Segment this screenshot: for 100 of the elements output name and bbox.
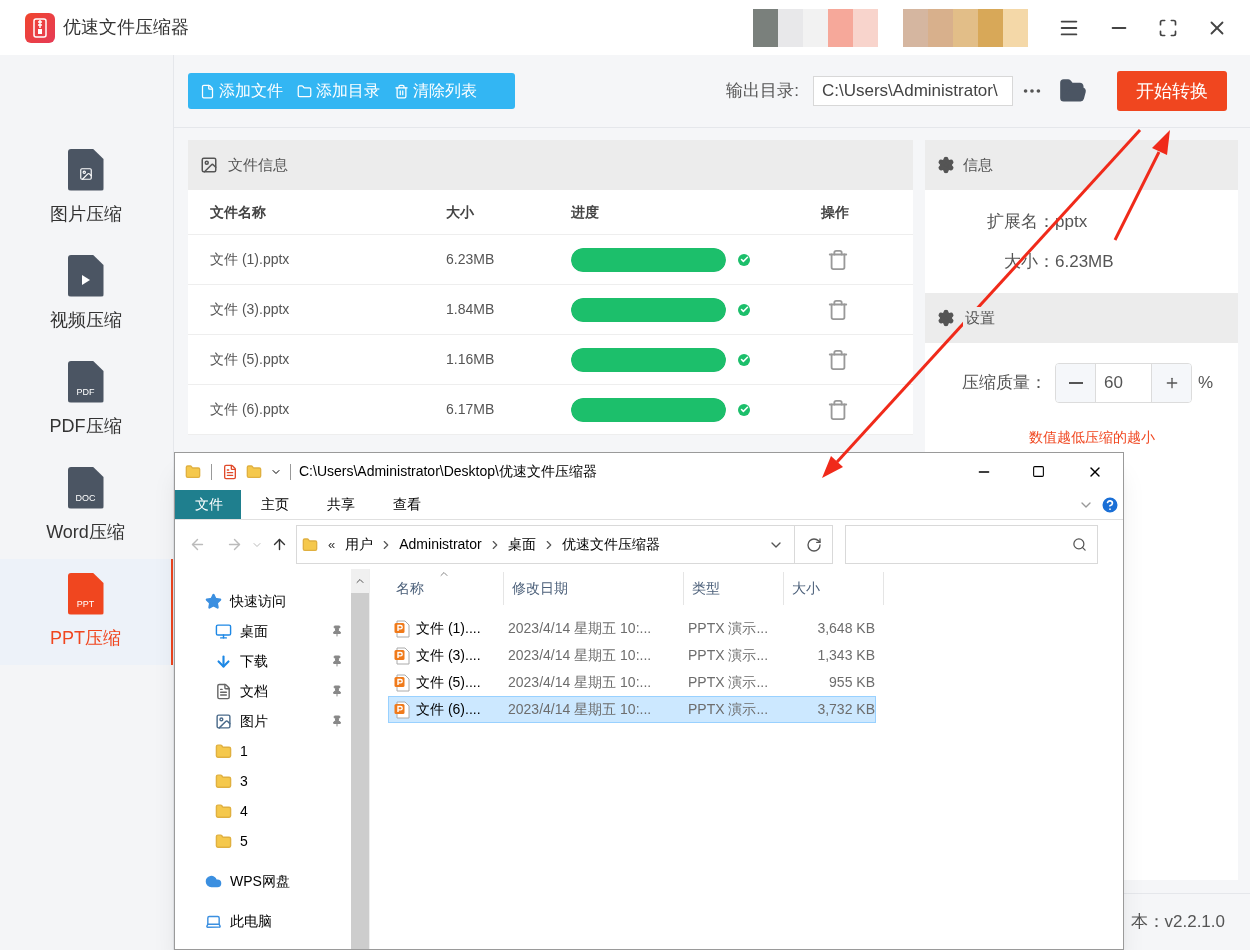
breadcrumb-item[interactable]: 优速文件压缩器 bbox=[561, 534, 660, 555]
app-logo-icon bbox=[25, 12, 55, 43]
nav-item[interactable]: 5 bbox=[240, 830, 343, 852]
file-name: 文件 (6).... bbox=[416, 700, 481, 719]
file-row[interactable]: 文件 (5).... 2023/4/14 星期五 10:... PPTX 演示... 955 KB bbox=[388, 669, 876, 696]
file-type: PPTX 演示... bbox=[687, 673, 770, 692]
breadcrumb-item[interactable]: Administrator bbox=[399, 534, 482, 555]
file-row[interactable]: 文件 (6).... 2023/4/14 星期五 10:... PPTX 演示... 3,732 KB bbox=[388, 696, 876, 723]
file-size: 955 KB bbox=[828, 673, 875, 692]
file-icon: PPT bbox=[67, 572, 104, 615]
folder-icon bbox=[215, 772, 232, 790]
desktop-icon bbox=[215, 622, 232, 640]
quality-value: 60 bbox=[1103, 372, 1124, 395]
trash-icon bbox=[394, 83, 409, 99]
folder-icon bbox=[302, 536, 318, 553]
output-label: 输出目录: bbox=[726, 80, 799, 103]
file-type: PPTX 演示... bbox=[687, 646, 770, 665]
folder-icon bbox=[297, 83, 312, 99]
delete-icon[interactable] bbox=[827, 348, 849, 371]
presentation-file-icon bbox=[394, 673, 410, 692]
file-icon bbox=[67, 254, 104, 297]
ribbon-tab[interactable]: 文件 bbox=[175, 490, 243, 519]
settings-icon bbox=[937, 309, 955, 327]
panel-title: 文件信息 bbox=[228, 154, 288, 175]
settings-icon bbox=[937, 156, 955, 174]
overflow-marker[interactable]: « bbox=[328, 534, 336, 555]
delete-icon[interactable] bbox=[827, 298, 849, 321]
nav-item[interactable]: 此电脑 bbox=[230, 910, 343, 932]
up-icon[interactable] bbox=[271, 536, 288, 553]
file-name: 文件 (1).... bbox=[416, 619, 481, 638]
file-date: 2023/4/14 星期五 10:... bbox=[507, 700, 653, 719]
output-path-field[interactable]: C:\Users\Administrator\ bbox=[813, 76, 1013, 106]
folder-icon bbox=[185, 463, 201, 480]
maximize-icon[interactable] bbox=[1032, 465, 1045, 478]
presentation-file-icon bbox=[394, 646, 410, 665]
breadcrumb-item[interactable]: 用户 bbox=[345, 534, 374, 555]
column-header[interactable]: 大小 bbox=[784, 572, 884, 605]
refresh-icon[interactable] bbox=[805, 536, 822, 553]
column-header[interactable]: 修改日期 bbox=[504, 572, 684, 605]
file-name: 文件 (6).pptx bbox=[210, 400, 291, 419]
start-button[interactable]: 开始转换 bbox=[1117, 71, 1227, 111]
file-row[interactable]: 文件 (3).... 2023/4/14 星期五 10:... PPTX 演示... 1,343 KB bbox=[388, 642, 876, 669]
column-header: 进度 bbox=[571, 202, 600, 222]
quality-hint: 数值越低压缩的越小 bbox=[1028, 429, 1155, 445]
file-size: 1.16MB bbox=[446, 350, 496, 369]
maximize-icon[interactable] bbox=[1158, 17, 1178, 38]
file-row[interactable]: 文件 (1).... 2023/4/14 星期五 10:... PPTX 演示... 3,648 KB bbox=[388, 615, 876, 642]
nav-item[interactable]: 图片 bbox=[240, 710, 331, 732]
nav-item[interactable]: 1 bbox=[240, 740, 343, 762]
column-header[interactable]: 名称 bbox=[388, 572, 504, 605]
file-icon: DOC bbox=[67, 466, 104, 509]
breadcrumb-item[interactable]: 桌面 bbox=[507, 534, 536, 555]
column-header: 文件名称 bbox=[210, 202, 267, 222]
file-size: 3,732 KB bbox=[816, 700, 875, 719]
search-field[interactable] bbox=[845, 525, 1098, 564]
presentation-file-icon bbox=[394, 700, 410, 719]
properties-icon[interactable] bbox=[222, 463, 238, 480]
nav-item[interactable]: 快速访问 bbox=[230, 590, 343, 612]
column-header: 大小 bbox=[446, 202, 475, 222]
scrollbar[interactable] bbox=[351, 569, 369, 949]
version-text: 本：v2.2.1.0 bbox=[1130, 911, 1225, 934]
panel-title: 信息 bbox=[963, 154, 993, 175]
folder-icon bbox=[215, 742, 232, 760]
sidebar-item[interactable]: PPT PPT压缩 bbox=[0, 559, 173, 665]
panel-title: 设置 bbox=[963, 306, 997, 330]
pictures-icon bbox=[215, 712, 232, 730]
delete-icon[interactable] bbox=[827, 398, 849, 421]
file-type: PPTX 演示... bbox=[687, 700, 770, 719]
info-label: 扩展名： bbox=[986, 211, 1055, 233]
nav-item[interactable]: 文档 bbox=[240, 680, 331, 702]
nav-item[interactable]: WPS网盘 bbox=[230, 870, 343, 892]
sidebar-item[interactable]: 视频压缩 bbox=[0, 241, 173, 347]
nav-item[interactable]: 下载 bbox=[240, 650, 331, 672]
sidebar-item[interactable]: DOC Word压缩 bbox=[0, 453, 173, 559]
app-title: 优速文件压缩器 bbox=[63, 16, 189, 39]
quality-label: 压缩质量： bbox=[962, 372, 1048, 395]
quality-stepper[interactable]: 60 bbox=[1055, 363, 1192, 403]
nav-item[interactable]: 桌面 bbox=[240, 620, 331, 642]
sidebar-item[interactable]: 图片压缩 bbox=[0, 135, 173, 241]
increment-button[interactable] bbox=[1151, 364, 1191, 402]
file-name: 文件 (5).... bbox=[416, 673, 481, 692]
percent-sign: % bbox=[1198, 372, 1214, 395]
nav-item[interactable]: 4 bbox=[240, 800, 343, 822]
column-header[interactable]: 类型 bbox=[684, 572, 784, 605]
file-size: 3,648 KB bbox=[816, 619, 875, 638]
file-name: 文件 (3).pptx bbox=[210, 300, 291, 319]
delete-icon[interactable] bbox=[827, 248, 849, 271]
presentation-file-icon bbox=[394, 619, 410, 638]
folder-icon bbox=[215, 802, 232, 820]
sidebar-item[interactable]: PDF PDF压缩 bbox=[0, 347, 173, 453]
info-value: 6.23MB bbox=[1055, 250, 1115, 273]
address-bar[interactable]: « 用户 Administrator 桌面 优速文件压缩器 bbox=[296, 525, 833, 564]
file-size: 1.84MB bbox=[446, 300, 496, 319]
file-size: 6.23MB bbox=[446, 250, 496, 269]
nav-item[interactable]: 3 bbox=[240, 770, 343, 792]
file-icon bbox=[67, 148, 104, 191]
help-icon[interactable] bbox=[1100, 494, 1120, 515]
minus-icon bbox=[1068, 382, 1083, 384]
file-type: PPTX 演示... bbox=[687, 619, 770, 638]
file-name: 文件 (5).pptx bbox=[210, 350, 291, 369]
